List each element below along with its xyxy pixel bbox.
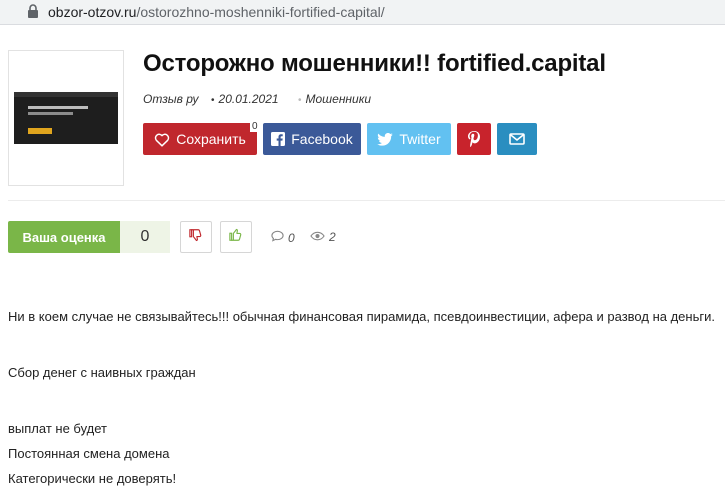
save-count: 0 bbox=[250, 121, 260, 132]
article-date-value: 20.01.2021 bbox=[218, 92, 279, 106]
rating-widget: Ваша оценка 0 bbox=[8, 221, 170, 253]
url-path: /ostorozhno-moshenniki-fortified-capital… bbox=[136, 4, 385, 20]
pinterest-icon bbox=[468, 131, 480, 147]
heart-icon bbox=[154, 132, 170, 147]
article-author[interactable]: Отзыв ру bbox=[143, 92, 198, 106]
page-title: Осторожно мошенники!! fortified.capital bbox=[143, 50, 606, 77]
content-paragraph: выплат не будет bbox=[8, 421, 107, 436]
article-category-value: Мошенники bbox=[305, 92, 372, 106]
url-text[interactable]: obzor-otzov.ru/ostorozhno-moshenniki-for… bbox=[48, 4, 385, 20]
rating-value: 0 bbox=[120, 221, 170, 253]
article-thumbnail[interactable] bbox=[8, 50, 124, 186]
views-count: 2 bbox=[310, 230, 336, 244]
article-category[interactable]: • Мошенники bbox=[298, 92, 371, 106]
browser-address-bar[interactable]: obzor-otzov.ru/ostorozhno-moshenniki-for… bbox=[0, 0, 725, 25]
envelope-icon bbox=[509, 133, 525, 145]
facebook-label: Facebook bbox=[291, 131, 353, 147]
content-paragraph: Категорически не доверять! bbox=[8, 471, 177, 486]
thumbs-down-button[interactable] bbox=[180, 221, 212, 253]
thumbnail-image bbox=[14, 92, 118, 144]
comments-count-value: 0 bbox=[288, 230, 295, 245]
twitter-icon bbox=[377, 132, 394, 146]
article-date: • 20.01.2021 bbox=[211, 92, 279, 106]
bullet-icon: • bbox=[211, 95, 215, 106]
bullet-icon: • bbox=[298, 95, 302, 106]
save-button[interactable]: Сохранить bbox=[143, 123, 257, 155]
facebook-icon bbox=[271, 132, 286, 146]
thumbs-down-icon bbox=[189, 228, 203, 247]
save-label: Сохранить bbox=[176, 131, 246, 147]
url-domain: obzor-otzov.ru bbox=[48, 4, 137, 20]
pinterest-share-button[interactable] bbox=[457, 123, 491, 155]
content-paragraph: Ни в коем случае не связывайтесь!!! обыч… bbox=[8, 309, 715, 324]
facebook-share-button[interactable]: Facebook bbox=[263, 123, 361, 155]
email-share-button[interactable] bbox=[497, 123, 537, 155]
divider bbox=[8, 200, 725, 201]
content-paragraph: Сбор денег с наивных граждан bbox=[8, 365, 196, 380]
lock-icon bbox=[27, 4, 41, 20]
thumbs-up-button[interactable] bbox=[220, 221, 252, 253]
twitter-label: Twitter bbox=[399, 131, 441, 147]
twitter-share-button[interactable]: Twitter bbox=[367, 123, 451, 155]
comment-icon bbox=[271, 230, 284, 245]
rating-label: Ваша оценка bbox=[8, 221, 120, 253]
eye-icon bbox=[310, 230, 325, 244]
thumbs-up-icon bbox=[229, 228, 243, 247]
views-count-value: 2 bbox=[329, 230, 336, 244]
content-paragraph: Постоянная смена домена bbox=[8, 446, 170, 461]
comments-count[interactable]: 0 bbox=[271, 230, 295, 245]
